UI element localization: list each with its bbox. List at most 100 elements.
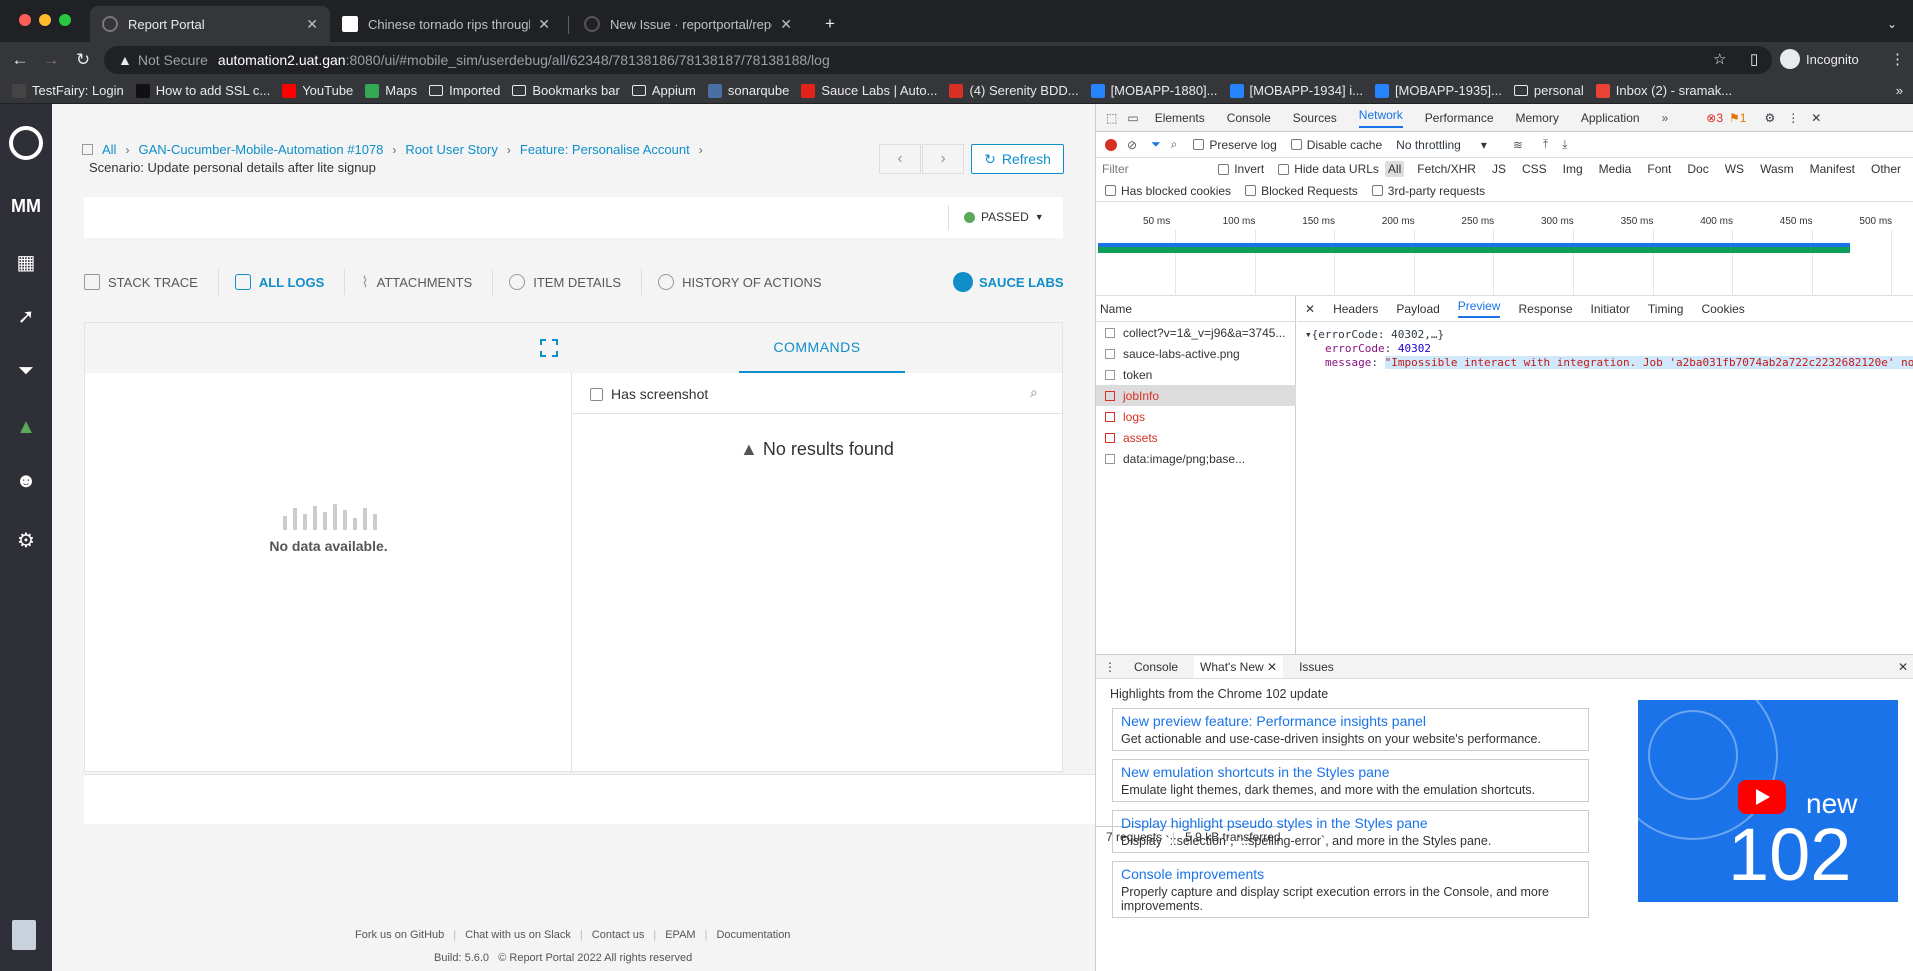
type-filter-fetchxhr[interactable]: Fetch/XHR	[1414, 161, 1479, 177]
detail-tab-preview[interactable]: Preview	[1457, 299, 1501, 318]
detail-tab-timing[interactable]: Timing	[1648, 302, 1684, 316]
type-filter-doc[interactable]: Doc	[1684, 161, 1711, 177]
devtools-menu-icon[interactable]: ⋮	[1787, 111, 1799, 125]
side-panel-icon[interactable]: ▯	[1750, 50, 1758, 68]
request-row[interactable]: assets	[1096, 427, 1296, 448]
detail-tab-headers[interactable]: Headers	[1333, 302, 1378, 316]
network-conditions-icon[interactable]: ≋	[1513, 138, 1523, 152]
close-tab-icon[interactable]: ✕	[1267, 660, 1277, 674]
close-tab-icon[interactable]: ✕	[772, 16, 792, 33]
card-title[interactable]: New preview feature: Performance insight…	[1121, 713, 1580, 729]
close-detail-icon[interactable]: ✕	[1305, 302, 1315, 316]
json-root[interactable]: ▾{errorCode: 40302,…}	[1305, 328, 1444, 341]
more-bookmarks-icon[interactable]: »	[1896, 83, 1913, 98]
drawer-menu-icon[interactable]: ⋮	[1104, 660, 1116, 674]
devtools-tab-memory[interactable]: Memory	[1516, 111, 1559, 125]
search-icon[interactable]: ⌕	[1030, 384, 1038, 401]
breadcrumb-launch[interactable]: GAN-Cucumber-Mobile-Automation #1078	[138, 142, 383, 157]
devtools-tab-console[interactable]: Console	[1227, 111, 1271, 125]
record-icon[interactable]	[1105, 138, 1117, 151]
throttling-select[interactable]: No throttling ▾	[1396, 138, 1487, 152]
filter-funnel-icon[interactable]: ⏷	[1151, 137, 1161, 152]
close-drawer-icon[interactable]: ✕	[1898, 660, 1908, 674]
export-har-icon[interactable]: ⤓	[1562, 137, 1567, 152]
footer-link-documentation[interactable]: Documentation	[716, 929, 790, 941]
maximize-window-button[interactable]	[59, 14, 71, 26]
type-filter-manifest[interactable]: Manifest	[1807, 161, 1858, 177]
bookmark-item[interactable]: [MOBAPP-1935]...	[1374, 83, 1502, 98]
request-row[interactable]: sauce-labs-active.png	[1096, 343, 1296, 364]
drawer-tab-console[interactable]: Console	[1134, 660, 1178, 674]
tab-attachments[interactable]: ⌇ ATTACHMENTS	[361, 273, 472, 291]
dashboard-grid-icon[interactable]: ▦	[0, 250, 52, 275]
devtools-tab-elements[interactable]: Elements	[1155, 111, 1205, 125]
request-row[interactable]: logs	[1096, 406, 1296, 427]
tab-search-chevron-down-icon[interactable]: ⌄	[1882, 14, 1902, 34]
minimize-window-button[interactable]	[39, 14, 51, 26]
launches-rocket-icon[interactable]: ➚	[0, 304, 52, 329]
next-item-button[interactable]: ›	[922, 144, 964, 174]
user-avatar[interactable]	[12, 920, 36, 950]
inspect-element-icon[interactable]: ⬚	[1106, 111, 1117, 125]
type-filter-js[interactable]: JS	[1489, 161, 1509, 177]
invert-checkbox[interactable]: Invert	[1218, 162, 1264, 176]
whats-new-card[interactable]: New preview feature: Performance insight…	[1112, 708, 1589, 751]
type-filter-other[interactable]: Other	[1868, 161, 1904, 177]
bookmark-item[interactable]: [MOBAPP-1934] i...	[1229, 83, 1363, 98]
footer-link-github[interactable]: Fork us on GitHub	[355, 929, 444, 941]
new-tab-icon[interactable]: +	[820, 14, 840, 34]
status-dropdown[interactable]: PASSED ▼	[964, 210, 1044, 224]
footer-link-epam[interactable]: EPAM	[665, 929, 695, 941]
back-arrow-icon[interactable]: ←	[10, 50, 30, 70]
bookmark-item[interactable]: How to add SSL c...	[135, 83, 270, 98]
bookmark-star-icon[interactable]: ☆	[1713, 50, 1726, 68]
refresh-button[interactable]: ↻ Refresh	[971, 144, 1064, 174]
bookmark-folder[interactable]: Appium	[631, 83, 696, 98]
settings-gear-icon[interactable]: ⚙	[0, 528, 52, 553]
browser-tab-report-portal[interactable]: Report Portal ✕	[90, 6, 330, 42]
footer-link-contact[interactable]: Contact us	[592, 929, 645, 941]
error-count-badge[interactable]: ⊗3	[1706, 111, 1723, 125]
detail-tab-cookies[interactable]: Cookies	[1701, 302, 1744, 316]
breadcrumb-feature[interactable]: Feature: Personalise Account	[520, 142, 690, 157]
bookmark-item[interactable]: Inbox (2) - sramak...	[1595, 83, 1732, 98]
request-row[interactable]: collect?v=1&_v=j96&a=3745...	[1096, 322, 1296, 343]
chrome-102-promo-video[interactable]: new 102	[1638, 700, 1898, 902]
more-tabs-icon[interactable]: »	[1662, 111, 1669, 125]
card-title[interactable]: Display highlight pseudo styles in the S…	[1121, 815, 1580, 831]
bookmark-item[interactable]: [MOBAPP-1880]...	[1090, 83, 1218, 98]
request-row[interactable]: data:image/png;base...	[1096, 448, 1296, 469]
whats-new-card[interactable]: Console improvements Properly capture an…	[1112, 861, 1589, 918]
devtools-settings-gear-icon[interactable]: ⚙	[1764, 111, 1775, 125]
search-icon[interactable]: ⌕	[1171, 137, 1178, 152]
tab-commands[interactable]: COMMANDS	[572, 323, 1062, 373]
blocked-requests-checkbox[interactable]: Blocked Requests	[1245, 184, 1358, 198]
browser-tab-github-issue[interactable]: New Issue · reportportal/report ✕	[572, 6, 804, 42]
tab-stack-trace[interactable]: STACK TRACE	[84, 274, 198, 290]
type-filter-font[interactable]: Font	[1644, 161, 1674, 177]
reload-icon[interactable]: ↻	[73, 50, 93, 70]
bookmark-item[interactable]: YouTube	[282, 83, 353, 98]
hide-data-urls-checkbox[interactable]: Hide data URLs	[1278, 162, 1379, 176]
request-row[interactable]: token	[1096, 364, 1296, 385]
device-toolbar-icon[interactable]: ▭	[1127, 111, 1138, 125]
bookmark-folder[interactable]: personal	[1513, 83, 1584, 98]
bookmark-item[interactable]: (4) Serenity BDD...	[949, 83, 1079, 98]
bookmark-folder[interactable]: Imported	[429, 83, 500, 98]
close-window-button[interactable]	[19, 14, 31, 26]
sauce-labs-tab[interactable]: SAUCE LABS	[953, 272, 1064, 292]
browser-menu-icon[interactable]: ⋮	[1890, 50, 1905, 68]
whats-new-card[interactable]: Display highlight pseudo styles in the S…	[1112, 810, 1589, 853]
drawer-tab-whats-new[interactable]: What's New ✕	[1194, 655, 1284, 678]
whats-new-card[interactable]: New emulation shortcuts in the Styles pa…	[1112, 759, 1589, 802]
request-row[interactable]: jobInfo	[1096, 385, 1296, 406]
devtools-tab-sources[interactable]: Sources	[1293, 111, 1337, 125]
preserve-log-checkbox[interactable]: Preserve log	[1193, 138, 1277, 152]
type-filter-img[interactable]: Img	[1560, 161, 1586, 177]
address-bar[interactable]: ▲ Not Secure automation2.uat.gan:8080/ui/#…	[104, 46, 1772, 74]
network-overview-timeline[interactable]: 50 ms 100 ms 150 ms 200 ms 250 ms 300 ms 350 m…	[1096, 216, 1913, 296]
warning-count-badge[interactable]: ⚑1	[1729, 111, 1746, 125]
tab-all-logs[interactable]: ALL LOGS	[234, 274, 324, 290]
type-filter-wasm[interactable]: Wasm	[1757, 161, 1797, 177]
detail-tab-response[interactable]: Response	[1518, 302, 1572, 316]
